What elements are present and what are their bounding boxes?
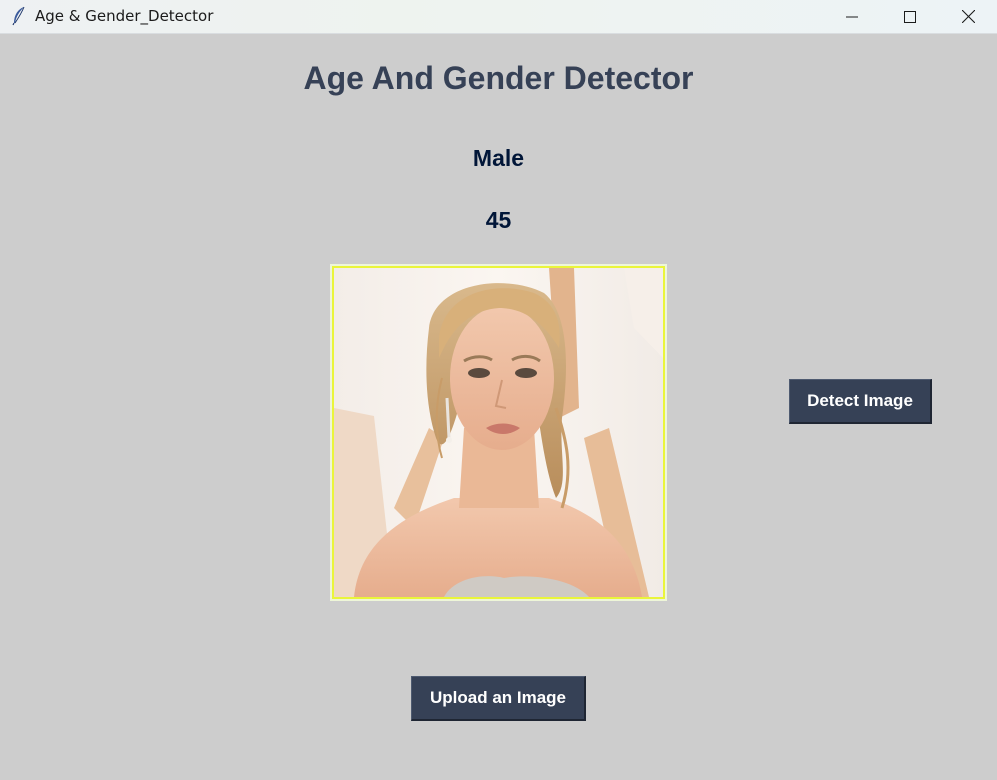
title-bar[interactable]: Age & Gender_Detector [0, 0, 997, 34]
upload-image-button[interactable]: Upload an Image [411, 676, 586, 721]
close-button[interactable] [939, 0, 997, 33]
page-title: Age And Gender Detector [303, 60, 694, 96]
feather-icon [10, 6, 28, 26]
window-title: Age & Gender_Detector [35, 7, 214, 25]
detect-image-button[interactable]: Detect Image [789, 379, 932, 424]
photo-frame [330, 264, 667, 601]
minimize-icon [846, 11, 858, 23]
age-result: 45 [485, 207, 512, 233]
maximize-icon [904, 10, 916, 23]
gender-result: Male [472, 145, 525, 171]
app-window: Age & Gender_Detector Age And Gender Det… [0, 0, 997, 780]
maximize-button[interactable] [881, 0, 939, 33]
close-icon [961, 10, 975, 23]
uploaded-photo [332, 266, 665, 599]
minimize-button[interactable] [823, 0, 881, 33]
